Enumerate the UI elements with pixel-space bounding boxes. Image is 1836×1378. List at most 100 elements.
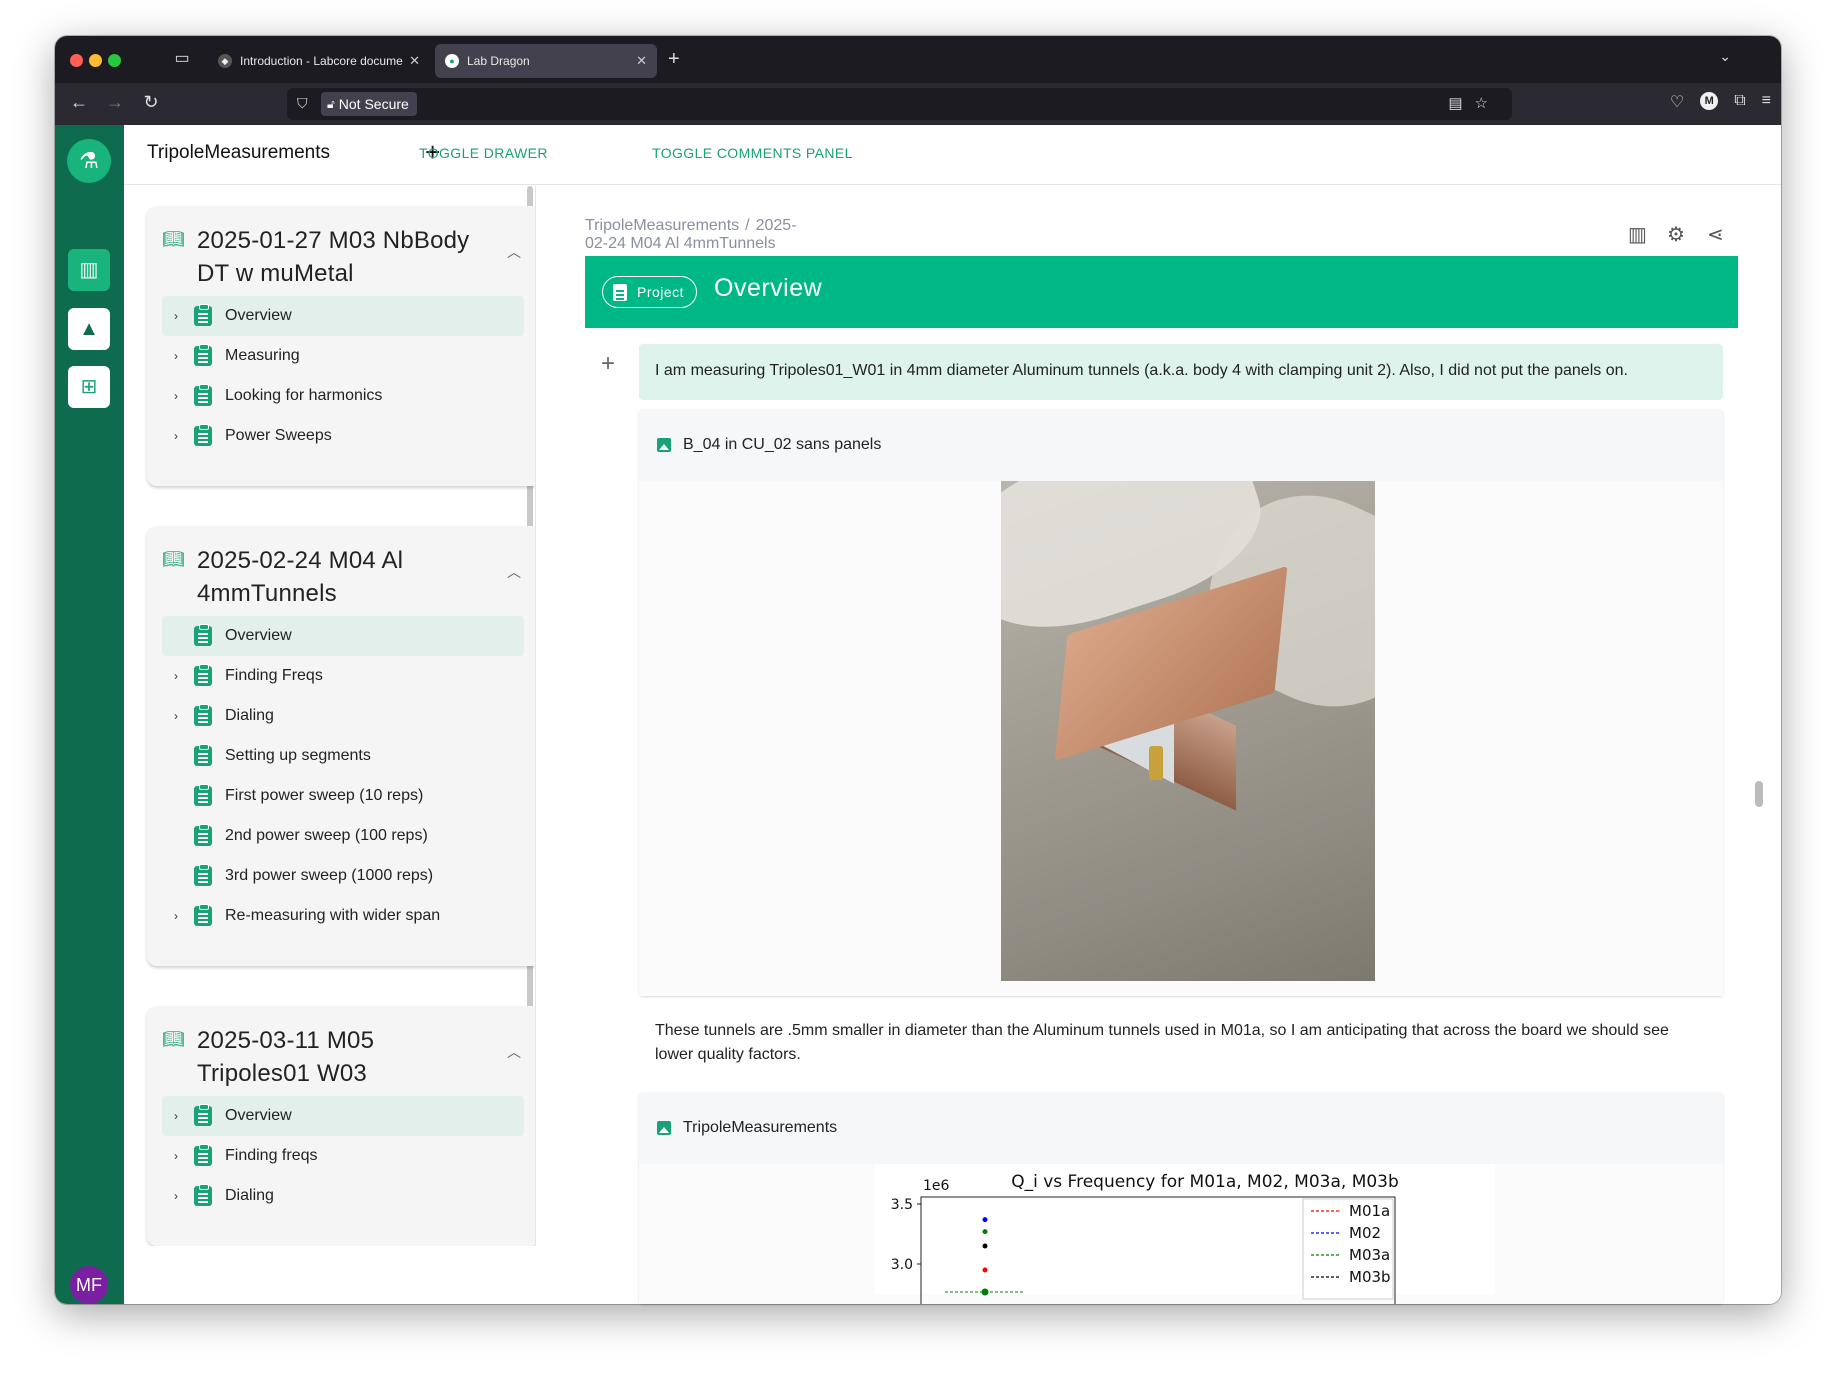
image-block[interactable]: B_04 in CU_02 sans panels xyxy=(639,409,1723,996)
new-tab-icon[interactable]: + xyxy=(668,48,680,71)
entry-item[interactable]: › Measuring xyxy=(162,336,524,376)
clipboard-icon xyxy=(194,1144,212,1166)
expand-chevron-icon[interactable]: › xyxy=(162,909,190,923)
reader-bookmark-icons[interactable]: ▤☆ xyxy=(1448,94,1500,112)
entry-item[interactable]: › Power Sweeps xyxy=(162,416,524,456)
qi-chart: Q_i vs Frequency for M01a, M02, M03a, M0… xyxy=(875,1164,1495,1304)
minimize-window-button[interactable] xyxy=(89,54,102,67)
shield-icon[interactable]: ⛉ xyxy=(297,95,308,112)
main-scrollbar[interactable] xyxy=(1755,781,1763,807)
clipboard-icon xyxy=(194,424,212,446)
settings-gear-icon[interactable]: ⚙ xyxy=(1667,222,1685,247)
legend-label-M01a: M01a xyxy=(1349,1202,1390,1220)
menu-icon[interactable]: ≡ xyxy=(1762,92,1771,112)
data-point-M03a xyxy=(982,1229,988,1235)
text-block-2[interactable]: These tunnels are .5mm smaller in diamet… xyxy=(655,1019,1695,1067)
entry-item[interactable]: › Dialing xyxy=(162,696,524,736)
avatar[interactable]: MF xyxy=(70,1266,108,1304)
expand-chevron-icon[interactable]: › xyxy=(162,1109,190,1123)
tab-overview-icon[interactable]: ▭ xyxy=(171,48,193,70)
data-point-cluster xyxy=(981,1288,989,1296)
browser-tab-docs[interactable]: ◆ Introduction - Labcore documen ✕ xyxy=(208,44,430,78)
forward-icon[interactable]: → xyxy=(103,92,127,113)
image-icon xyxy=(657,438,671,452)
clipboard-icon xyxy=(194,344,212,366)
chart-image-block[interactable]: TripoleMeasurements Q_i vs Frequency for… xyxy=(639,1092,1723,1304)
entry-label: Dialing xyxy=(225,707,274,724)
close-tab-icon[interactable]: ✕ xyxy=(636,53,647,69)
collapse-chevron-icon[interactable]: ︿ xyxy=(507,242,521,262)
y-tick-label: 3.5 xyxy=(891,1197,913,1213)
expand-chevron-icon[interactable]: › xyxy=(162,349,190,363)
entry-item[interactable]: Overview xyxy=(162,616,524,656)
breadcrumb-project[interactable]: TripoleMeasurements xyxy=(585,217,739,234)
expand-chevron-icon[interactable]: › xyxy=(162,309,190,323)
lab-dragon-favicon-icon: ● xyxy=(445,54,459,68)
clipboard-icon xyxy=(194,704,212,726)
clipboard-icon xyxy=(194,1104,212,1126)
collapse-chevron-icon[interactable]: ︿ xyxy=(507,562,521,582)
entry-item[interactable]: › Looking for harmonics xyxy=(162,376,524,416)
entry-item[interactable]: First power sweep (10 reps) xyxy=(162,776,524,816)
entry-label: Finding Freqs xyxy=(225,667,323,684)
maximize-window-button[interactable] xyxy=(108,54,121,67)
lab-dragon-logo-icon[interactable]: ⚗ xyxy=(67,139,111,183)
nav-bar: ← → ↻ ⛉ 🔓︎ Not Secure ▤☆ ♡ M ⧉ ≡ xyxy=(55,83,1781,125)
clipboard-icon xyxy=(194,864,212,886)
url-bar[interactable]: ⛉ 🔓︎ Not Secure ▤☆ xyxy=(287,88,1512,120)
browser-tab-lab-dragon[interactable]: ● Lab Dragon ✕ xyxy=(435,44,657,78)
device-photo[interactable] xyxy=(1001,481,1375,981)
entry-label: Looking for harmonics xyxy=(225,387,383,404)
library-icon[interactable]: ▥ xyxy=(68,249,110,291)
project-title: TripoleMeasurements xyxy=(147,142,331,163)
entry-item[interactable]: › Dialing xyxy=(162,1176,524,1216)
analytics-icon[interactable]: ▥ xyxy=(1628,222,1647,247)
entry-item[interactable]: › Finding freqs xyxy=(162,1136,524,1176)
entry-item[interactable]: › Overview xyxy=(162,1096,524,1136)
entry-item[interactable]: › Overview xyxy=(162,296,524,336)
tab-list-chevron-icon[interactable]: ⌄ xyxy=(1719,48,1731,65)
close-tab-icon[interactable]: ✕ xyxy=(409,53,420,69)
clipboard-icon xyxy=(194,904,212,926)
toggle-comments-button[interactable]: TOGGLE COMMENTS PANEL xyxy=(652,145,853,161)
y-tick-label: 3.0 xyxy=(891,1257,913,1273)
entry-item[interactable]: › Re-measuring with wider span xyxy=(162,896,524,936)
expand-chevron-icon[interactable]: › xyxy=(162,669,190,683)
side-rail: ⚗ ▥ ▲ ⊞ MF xyxy=(55,125,124,1304)
text-block[interactable]: I am measuring Tripoles01_W01 in 4mm dia… xyxy=(639,344,1723,400)
entry-item[interactable]: 2nd power sweep (100 reps) xyxy=(162,816,524,856)
share-icon[interactable]: ⋖ xyxy=(1707,222,1724,247)
entry-item[interactable]: Setting up segments xyxy=(162,736,524,776)
back-icon[interactable]: ← xyxy=(67,92,91,113)
extensions-icon[interactable]: ⧉ xyxy=(1734,92,1745,112)
reload-icon[interactable]: ↻ xyxy=(139,92,163,113)
expand-chevron-icon[interactable]: › xyxy=(162,389,190,403)
expand-chevron-icon[interactable]: › xyxy=(162,709,190,723)
dragon-icon[interactable]: ▲ xyxy=(68,308,110,350)
entry-label: Re-measuring with wider span xyxy=(225,907,441,924)
toggle-drawer-button[interactable]: TOGGLE DRAWER xyxy=(419,145,548,161)
pocket-icon[interactable]: ♡ xyxy=(1670,92,1684,112)
image-block-header: B_04 in CU_02 sans panels xyxy=(639,409,1723,481)
security-indicator[interactable]: 🔓︎ Not Secure xyxy=(321,92,417,116)
expand-chevron-icon[interactable]: › xyxy=(162,1149,190,1163)
expand-chevron-icon[interactable]: › xyxy=(162,1189,190,1203)
image-icon xyxy=(657,1121,671,1135)
entry-label: Finding freqs xyxy=(225,1147,318,1164)
add-box-icon[interactable]: ⊞ xyxy=(68,366,110,408)
close-window-button[interactable] xyxy=(70,54,83,67)
notebook-header[interactable]: 📖︎ 2025-03-11 M05 Tripoles01 W03 ︿ xyxy=(147,1006,535,1090)
account-icon[interactable]: M xyxy=(1700,92,1719,110)
clipboard-icon xyxy=(194,744,212,766)
add-block-icon[interactable]: + xyxy=(601,350,615,378)
notebook-header[interactable]: 📖︎ 2025-01-27 M03 NbBody DT w muMetal ︿ xyxy=(147,206,535,290)
entry-item[interactable]: › Finding Freqs xyxy=(162,656,524,696)
collapse-chevron-icon[interactable]: ︿ xyxy=(507,1042,521,1062)
legend-label-M03b: M03b xyxy=(1349,1268,1391,1286)
data-point-M01a xyxy=(982,1267,988,1273)
notebook-header[interactable]: 📖︎ 2025-02-24 M04 Al 4mmTunnels ︿ xyxy=(147,526,535,610)
entry-item[interactable]: 3rd power sweep (1000 reps) xyxy=(162,856,524,896)
image-block-header: TripoleMeasurements xyxy=(639,1092,1723,1164)
expand-chevron-icon[interactable]: › xyxy=(162,429,190,443)
breadcrumb: TripoleMeasurements/2025-02-24 M04 Al 4m… xyxy=(585,217,797,253)
